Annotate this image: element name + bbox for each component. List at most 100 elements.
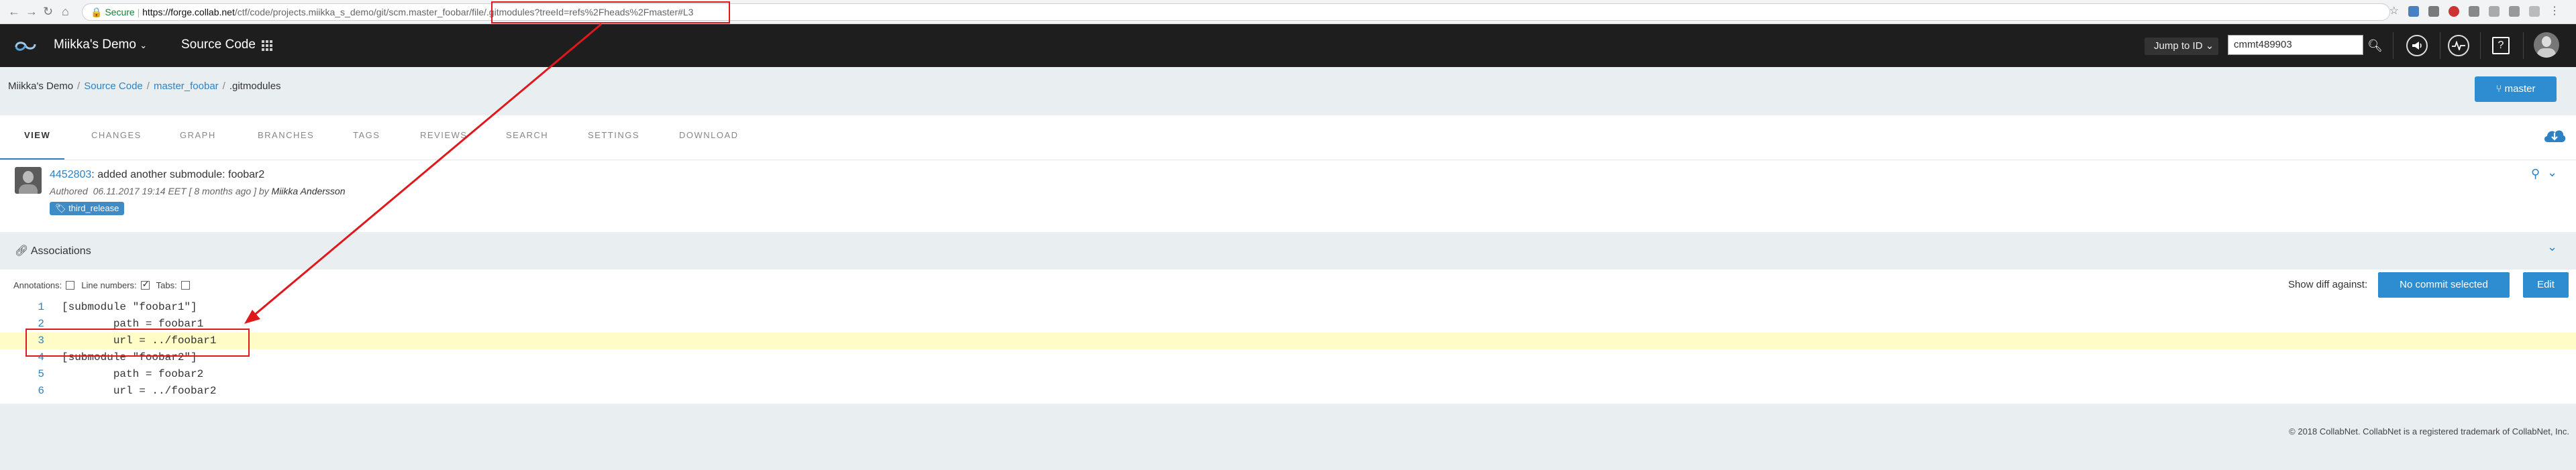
search-input[interactable]: cmmt489903 xyxy=(2228,35,2363,55)
file-viewer: Annotations: Line numbers: Tabs: Show diff… xyxy=(0,270,2576,404)
code-text: url = ../foobar2 xyxy=(62,385,217,397)
extension-icon[interactable] xyxy=(2428,6,2439,17)
branch-label: master xyxy=(2504,83,2536,95)
browser-toolbar: ← → ↻ ⌂ 🔒 Secure | https://forge.collab.… xyxy=(0,0,2576,24)
chevron-down-icon[interactable]: ⌄ xyxy=(2547,166,2557,180)
footer-copyright: © 2018 CollabNet. CollabNet is a registe… xyxy=(2289,426,2569,436)
extension-icon[interactable] xyxy=(2509,6,2520,17)
code-line: 6 url = ../foobar2 xyxy=(0,383,2576,400)
tab-reviews[interactable]: REVIEWS xyxy=(420,130,467,140)
tag-badge[interactable]: 🏷︎ third_release xyxy=(50,202,125,215)
line-number[interactable]: 6 xyxy=(27,383,44,400)
show-diff-label: Show diff against: xyxy=(2288,279,2368,290)
megaphone-icon[interactable] xyxy=(2406,35,2428,56)
chevron-down-icon[interactable]: ⌄ xyxy=(2547,240,2557,254)
tab-graph[interactable]: GRAPH xyxy=(180,130,216,140)
activity-icon[interactable] xyxy=(2448,35,2469,56)
help-icon[interactable]: ? xyxy=(2492,37,2510,54)
line-numbers-checkbox[interactable] xyxy=(140,279,150,290)
code-line: 2 path = foobar1 xyxy=(0,316,2576,333)
tag-label: third_release xyxy=(68,203,119,213)
header-divider xyxy=(2480,32,2481,59)
annotations-checkbox[interactable] xyxy=(66,281,75,290)
edit-button[interactable]: Edit xyxy=(2523,272,2569,298)
extension-icon[interactable] xyxy=(2408,6,2419,17)
associations-header[interactable]: 🔗︎ Associations xyxy=(15,244,91,257)
extension-icon[interactable] xyxy=(2529,6,2540,17)
branch-button[interactable]: ⑂ master xyxy=(2475,76,2557,102)
commit-id-link[interactable]: 4452803 xyxy=(50,169,91,180)
user-avatar[interactable] xyxy=(2534,32,2559,58)
tabs-label: Tabs: xyxy=(156,280,177,290)
secure-label: Secure xyxy=(105,7,135,17)
associations-panel: 🔗︎ Associations ⌄ xyxy=(0,232,2576,270)
reload-icon[interactable]: ↻ xyxy=(43,5,53,19)
tab-search[interactable]: SEARCH xyxy=(506,130,548,140)
app-header: Miikka's Demo ⌄ Source Code Jump to ID ⌄… xyxy=(0,24,2576,67)
commit-info: 4452803: added another submodule: foobar… xyxy=(0,160,2576,232)
code-line: 1 [submodule "foobar1"] xyxy=(0,299,2576,316)
menu-icon[interactable]: ⋮ xyxy=(2549,6,2560,17)
link-icon: 🔗︎ xyxy=(15,245,29,257)
breadcrumb-file: .gitmodules xyxy=(229,80,281,92)
chevron-down-icon: ⌄ xyxy=(2205,40,2214,52)
apps-grid-icon[interactable] xyxy=(262,40,272,51)
tab-settings[interactable]: SETTINGS xyxy=(588,130,639,140)
chevron-down-icon: ⌄ xyxy=(140,40,148,50)
collabnet-logo[interactable] xyxy=(13,38,38,54)
extension-icon[interactable] xyxy=(2469,6,2479,17)
authored-date: 06.11.2017 19:14 EET [ 8 months ago ] by xyxy=(93,186,272,196)
line-number[interactable]: 5 xyxy=(27,366,44,383)
author-avatar xyxy=(15,167,42,194)
line-numbers-label: Line numbers: xyxy=(81,280,137,290)
branch-icon: ⑂ xyxy=(2495,83,2502,95)
breadcrumb-project: Miikka's Demo xyxy=(8,80,74,92)
lock-icon: 🔒 xyxy=(91,7,103,17)
cloud-download-icon[interactable] xyxy=(2542,125,2567,145)
code-line: 5 path = foobar2 xyxy=(0,366,2576,383)
associations-label: Associations xyxy=(30,245,91,257)
tab-tags[interactable]: TAGS xyxy=(353,130,380,140)
search-icon[interactable]: 🔍︎ xyxy=(2367,39,2383,53)
code-text: [submodule "foobar1"] xyxy=(62,301,197,313)
tabs-checkbox[interactable] xyxy=(181,281,190,290)
line-annotation-box xyxy=(25,329,250,357)
annotations-label: Annotations: xyxy=(13,280,62,290)
back-icon[interactable]: ← xyxy=(8,5,20,19)
tag-icon: 🏷︎ xyxy=(55,203,66,213)
project-name: Miikka's Demo xyxy=(54,38,136,52)
extension-icons: ☆ ⋮ xyxy=(2389,6,2560,17)
extension-icon[interactable] xyxy=(2489,6,2500,17)
address-bar[interactable]: 🔒 Secure | https://forge.collab.net/ctf/… xyxy=(82,3,2390,21)
tab-view[interactable]: VIEW xyxy=(24,130,50,140)
tab-download[interactable]: DOWNLOAD xyxy=(679,130,739,140)
star-icon[interactable]: ☆ xyxy=(2389,6,2399,17)
breadcrumb: Miikka's Demo / Source Code / master_foobar /… xyxy=(8,80,281,92)
project-menu[interactable]: Miikka's Demo ⌄ xyxy=(54,38,147,52)
code-text: path = foobar2 xyxy=(62,368,204,380)
repo-tabs: VIEW CHANGES GRAPH BRANCHES TAGS REVIEWS… xyxy=(0,115,2576,160)
url-host: https://forge.collab.net xyxy=(142,7,235,17)
code-line-highlighted: 3 url = ../foobar1 xyxy=(0,333,2576,349)
url-annotation-box xyxy=(491,1,730,23)
commit-meta: Authored 06.11.2017 19:14 EET [ 8 months… xyxy=(50,186,346,196)
view-options: Annotations: Line numbers: Tabs: xyxy=(13,279,197,290)
authored-label: Authored xyxy=(50,186,88,196)
home-icon[interactable]: ⌂ xyxy=(62,5,69,19)
line-number[interactable]: 1 xyxy=(27,299,44,316)
breadcrumb-source-link[interactable]: Source Code xyxy=(84,80,143,92)
map-pin-icon[interactable]: ⚲ xyxy=(2531,167,2540,181)
jump-label: Jump to ID xyxy=(2154,40,2203,52)
no-commit-selected-button[interactable]: No commit selected xyxy=(2378,272,2510,298)
forward-icon[interactable]: → xyxy=(25,5,38,19)
extension-icon[interactable] xyxy=(2449,6,2459,17)
jump-to-id-dropdown[interactable]: Jump to ID ⌄ xyxy=(2145,38,2218,55)
tab-changes[interactable]: CHANGES xyxy=(91,130,142,140)
commit-message: : added another submodule: foobar2 xyxy=(91,169,265,180)
code-line: 4 [submodule "foobar2"] xyxy=(0,349,2576,366)
commit-title: 4452803: added another submodule: foobar… xyxy=(50,169,264,181)
breadcrumb-repo-link[interactable]: master_foobar xyxy=(154,80,219,92)
tab-branches[interactable]: BRANCHES xyxy=(258,130,314,140)
header-divider xyxy=(2523,32,2524,59)
source-code-menu[interactable]: Source Code xyxy=(181,38,256,52)
